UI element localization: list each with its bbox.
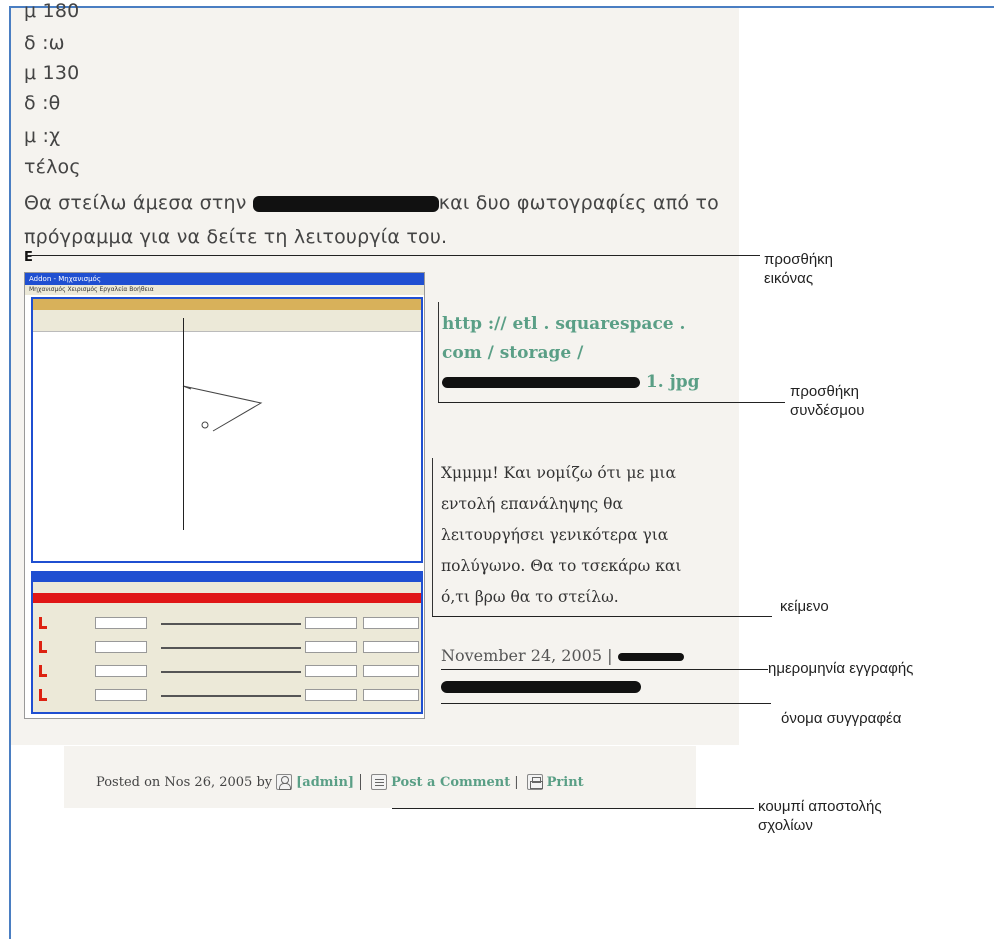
annotation-add-link: προσθήκη συνδέσμου — [790, 383, 865, 419]
post-comment-button[interactable]: Post a Comment — [391, 775, 510, 790]
author-redaction[interactable] — [441, 680, 641, 693]
post-line: δ :θ — [24, 92, 61, 114]
screenshot-menu: Μηχανισμός Χειρισμός Εργαλεία Βοήθεια — [25, 285, 424, 295]
body-line: Χμμμμ! Και νομίζω ότι με μια — [441, 464, 676, 482]
link-line: com / storage / — [442, 343, 584, 363]
leader-line — [432, 616, 772, 617]
post-text: Θα στείλω άμεσα στην — [24, 192, 247, 214]
print-button[interactable]: Print — [547, 775, 584, 790]
leader-line — [441, 669, 768, 670]
program-screenshot-image: Addon - Μηχανισμός Μηχανισμός Χειρισμός … — [24, 272, 425, 719]
screenshot-drawing-window — [31, 297, 423, 563]
annotation-date: ημερομηνία εγγραφής — [768, 660, 914, 677]
print-icon[interactable] — [526, 774, 543, 790]
link-line: http :// etl . squarespace . — [442, 314, 686, 334]
body-line: εντολή επανάληψης θα — [441, 495, 623, 513]
drawing-axis — [183, 318, 184, 530]
annotation-comment-button: κουμπί αποστολής σχολίων — [758, 798, 882, 834]
screenshot-title: Addon - Μηχανισμός — [25, 273, 424, 285]
annotation-add-image: προσθήκη εικόνας — [764, 251, 834, 287]
body-line: πολύγωνο. Θα το τσεκάρω και — [441, 557, 682, 575]
image-marker: E — [24, 250, 34, 265]
turtle-drawing — [182, 385, 263, 432]
leader-line — [441, 703, 771, 704]
redaction-bar — [252, 195, 439, 212]
post-paragraph-line: Θα στείλω άμεσα στην και δυο φωτογραφίες… — [24, 192, 719, 214]
author-redaction[interactable] — [617, 652, 684, 661]
image-link[interactable]: http :// etl . squarespace . com / stora… — [442, 310, 732, 397]
annotation-text: κείμενο — [780, 598, 829, 615]
screenshot-control-panel — [31, 571, 423, 714]
author-link[interactable]: [admin] — [296, 775, 354, 790]
comment-icon[interactable] — [371, 774, 388, 790]
comment-body: Χμμμμ! Και νομίζω ότι με μια εντολή επαν… — [441, 458, 741, 613]
divider — [360, 774, 362, 790]
link-bracket — [438, 302, 439, 402]
divider-text: | — [514, 774, 519, 790]
post-line: τέλος — [24, 156, 81, 178]
text-bracket — [432, 458, 433, 616]
body-line: λειτουργήσει γενικότερα για — [441, 526, 669, 544]
post-line: μ :χ — [24, 125, 61, 147]
post-text: και δυο φωτογραφίες από το — [438, 192, 719, 214]
link-line: 1. jpg — [442, 368, 732, 397]
post-line: μ 130 — [24, 62, 80, 84]
posted-on-text: Posted on Nos 26, 2005 by — [96, 774, 273, 790]
body-line: ό,τι βρω θα το στείλω. — [441, 588, 619, 606]
post-line: μ 180 — [24, 0, 80, 22]
leader-line — [438, 402, 785, 403]
user-icon — [276, 774, 293, 790]
post-date-author: November 24, 2005 | — [441, 641, 741, 701]
post-date: November 24, 2005 | — [441, 646, 613, 665]
redaction-bar — [442, 377, 640, 388]
post-footer: Posted on Nos 26, 2005 by [admin] Post a… — [96, 774, 584, 790]
post-line: δ :ω — [24, 32, 65, 54]
leader-line — [392, 808, 754, 809]
leader-line — [26, 255, 760, 256]
annotation-author: όνομα συγγραφέα — [781, 710, 902, 727]
post-paragraph-line: πρόγραμμα για να δείτε τη λειτουργία του… — [24, 226, 448, 248]
